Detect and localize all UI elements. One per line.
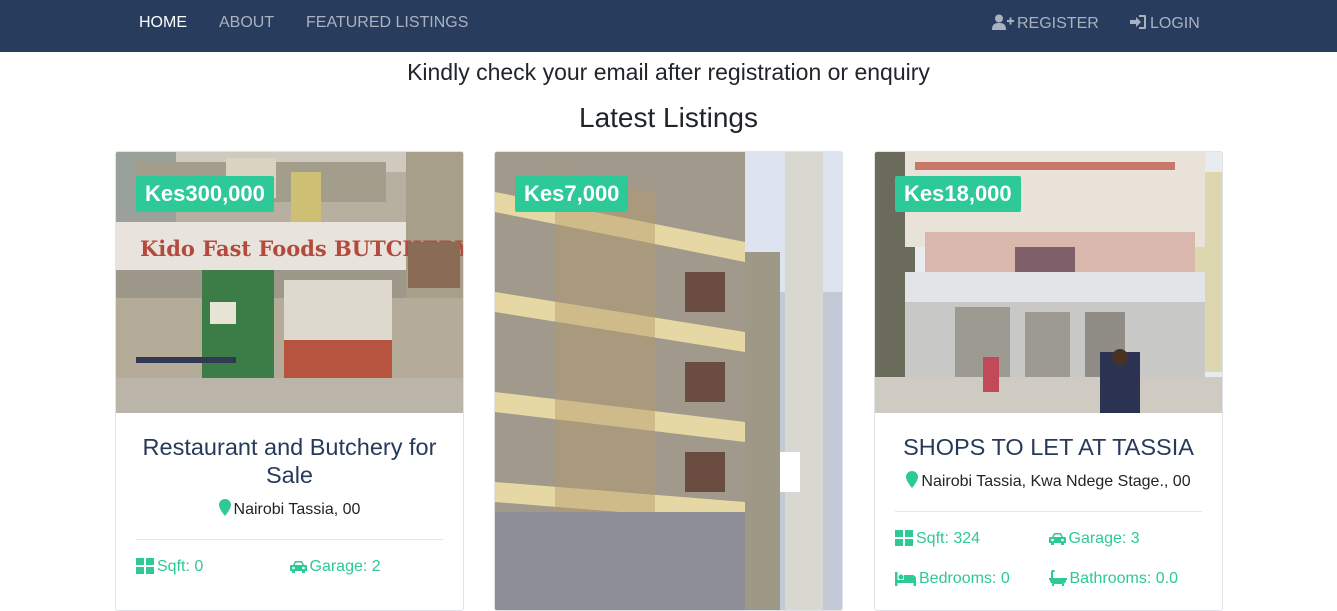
sqft-text: Sqft: 0	[157, 558, 204, 575]
listing-title[interactable]: SHOPS TO LET AT TASSIA	[895, 433, 1202, 461]
listing-title[interactable]: Restaurant and Butchery for Sale	[136, 433, 443, 489]
sign-in-icon	[1130, 15, 1146, 29]
listing-card[interactable]: Kes7,000	[494, 151, 843, 611]
garage-text: Garage: 3	[1068, 530, 1140, 547]
nav-register-link[interactable]: REGISTER	[992, 14, 1099, 33]
map-marker-icon	[218, 499, 231, 516]
listing-bathrooms: Bathrooms: 0.0	[1048, 569, 1203, 589]
user-plus-icon	[992, 14, 1014, 30]
listing-sqft: Sqft: 324	[895, 529, 1049, 549]
listing-garage: Garage: 2	[289, 557, 444, 577]
listing-location: Nairobi Tassia, Kwa Ndege Stage., 00	[895, 471, 1202, 492]
bath-icon	[1048, 570, 1067, 586]
map-marker-icon	[906, 471, 919, 488]
registration-notice: Kindly check your email after registrati…	[407, 59, 930, 85]
navbar: HOME ABOUT FEATURED LISTINGS REGISTER LO…	[0, 0, 1337, 52]
price-badge: Kes18,000	[895, 176, 1021, 212]
listing-garage: Garage: 3	[1048, 529, 1203, 549]
location-text: Nairobi Tassia, 00	[233, 501, 361, 518]
sqft-text: Sqft: 324	[916, 530, 981, 547]
car-icon	[1048, 533, 1066, 545]
register-label: REGISTER	[1017, 15, 1099, 32]
listing-sqft: Sqft: 0	[136, 557, 290, 577]
listing-card[interactable]: Kes18,000 SHOPS TO LET AT TASSIA Nairobi…	[874, 151, 1223, 611]
location-text: Nairobi Tassia, Kwa Ndege Stage., 00	[921, 473, 1191, 490]
latest-listings-heading: Latest Listings	[579, 102, 758, 133]
bedrooms-text: Bedrooms: 0	[919, 570, 1010, 587]
nav-featured-listings-link[interactable]: FEATURED LISTINGS	[306, 14, 468, 32]
card-divider	[136, 539, 443, 540]
nav-login-link[interactable]: LOGIN	[1130, 14, 1200, 33]
car-icon	[289, 561, 307, 573]
price-badge: Kes7,000	[515, 176, 629, 212]
nav-home-link[interactable]: HOME	[139, 14, 187, 32]
bed-icon	[895, 572, 916, 586]
card-divider	[895, 511, 1202, 512]
bathrooms-text: Bathrooms: 0.0	[1069, 570, 1179, 587]
listing-card[interactable]: Kido Fast Foods BUTCHERY Kes300,000 Rest…	[115, 151, 464, 611]
nav-about-link[interactable]: ABOUT	[219, 14, 274, 32]
th-large-icon	[895, 530, 913, 546]
garage-text: Garage: 2	[309, 558, 381, 575]
listing-image[interactable]	[495, 152, 842, 610]
th-large-icon	[136, 558, 154, 574]
price-badge: Kes300,000	[136, 176, 274, 212]
listing-bedrooms: Bedrooms: 0	[895, 569, 1049, 589]
login-label: LOGIN	[1150, 15, 1200, 32]
listing-location: Nairobi Tassia, 00	[136, 499, 443, 520]
